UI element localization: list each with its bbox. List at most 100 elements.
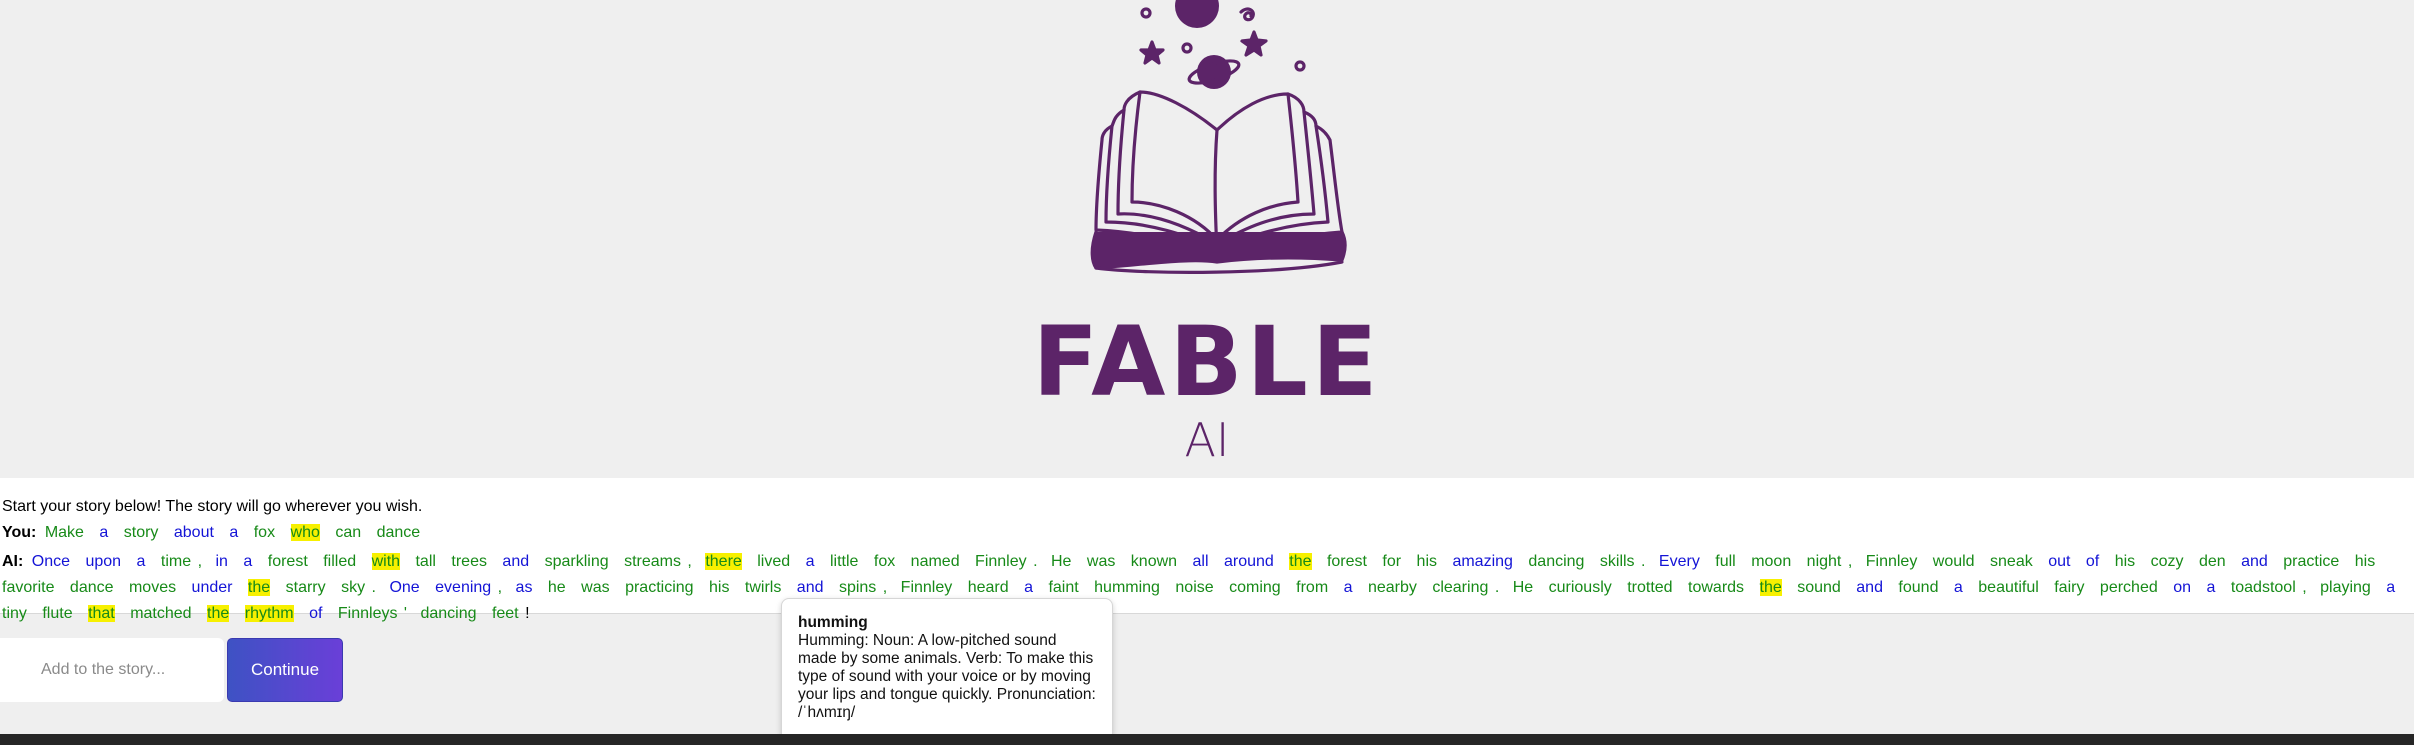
story-word[interactable]: for: [1382, 553, 1401, 570]
story-word[interactable]: fox: [874, 553, 895, 570]
story-word[interactable]: Finnley: [1866, 553, 1918, 570]
story-word[interactable]: coming: [1229, 579, 1281, 596]
story-word[interactable]: feet: [492, 605, 519, 622]
story-word[interactable]: dance: [377, 524, 421, 541]
story-word[interactable]: story: [124, 524, 159, 541]
story-word[interactable]: about: [174, 524, 214, 541]
story-word[interactable]: Finnleys: [338, 605, 398, 622]
story-word[interactable]: the: [1289, 553, 1312, 570]
story-word[interactable]: little: [830, 553, 858, 570]
story-word[interactable]: flute: [42, 605, 72, 622]
story-word[interactable]: with: [371, 553, 401, 570]
story-word[interactable]: a: [99, 524, 108, 541]
story-word[interactable]: was: [1087, 553, 1115, 570]
story-word[interactable]: perched: [2100, 579, 2158, 596]
story-word[interactable]: a: [229, 524, 238, 541]
story-word[interactable]: a: [1344, 579, 1353, 596]
story-word[interactable]: beautiful: [1978, 579, 2039, 596]
story-word[interactable]: practice: [2283, 553, 2339, 570]
story-word[interactable]: amazing: [1452, 553, 1512, 570]
story-word[interactable]: his: [709, 579, 729, 596]
story-word[interactable]: his: [2115, 553, 2135, 570]
story-word[interactable]: found: [1898, 579, 1938, 596]
story-word[interactable]: Make: [45, 524, 84, 541]
story-word[interactable]: streams: [624, 553, 681, 570]
story-word[interactable]: Every: [1659, 553, 1700, 570]
story-word[interactable]: dancing: [1528, 553, 1584, 570]
story-word[interactable]: his: [2355, 553, 2375, 570]
story-word[interactable]: skills: [1600, 553, 1635, 570]
story-word[interactable]: would: [1933, 553, 1975, 570]
story-word[interactable]: fox: [254, 524, 275, 541]
story-word[interactable]: of: [2086, 553, 2099, 570]
story-word[interactable]: clearing: [1432, 579, 1488, 596]
story-word[interactable]: Finnley: [975, 553, 1027, 570]
continue-button[interactable]: Continue: [227, 638, 343, 702]
story-word[interactable]: toadstool: [2231, 579, 2296, 596]
story-word[interactable]: He: [1513, 579, 1533, 596]
story-word[interactable]: practicing: [625, 579, 693, 596]
add-to-story-input[interactable]: [0, 638, 224, 702]
story-word[interactable]: a: [2386, 579, 2395, 596]
story-word[interactable]: filled: [323, 553, 356, 570]
story-word[interactable]: out: [2048, 553, 2070, 570]
story-word[interactable]: under: [192, 579, 233, 596]
story-word[interactable]: full: [1715, 553, 1735, 570]
story-word[interactable]: a: [243, 553, 252, 570]
story-word[interactable]: dancing: [420, 605, 476, 622]
story-word[interactable]: faint: [1048, 579, 1078, 596]
story-word[interactable]: towards: [1688, 579, 1744, 596]
story-word[interactable]: tiny: [2, 605, 27, 622]
story-word[interactable]: tall: [415, 553, 435, 570]
story-word[interactable]: and: [1856, 579, 1883, 596]
story-word[interactable]: in: [215, 553, 227, 570]
story-word[interactable]: humming: [1094, 579, 1160, 596]
story-word[interactable]: curiously: [1549, 579, 1612, 596]
story-word[interactable]: upon: [85, 553, 121, 570]
story-word[interactable]: time: [161, 553, 191, 570]
story-word[interactable]: forest: [1327, 553, 1367, 570]
story-word[interactable]: trees: [451, 553, 487, 570]
story-word[interactable]: around: [1224, 553, 1274, 570]
story-word[interactable]: trotted: [1627, 579, 1672, 596]
story-word[interactable]: moon: [1751, 553, 1791, 570]
story-word[interactable]: noise: [1175, 579, 1213, 596]
story-word[interactable]: all: [1193, 553, 1209, 570]
story-word[interactable]: nearby: [1368, 579, 1417, 596]
story-word[interactable]: evening: [435, 579, 491, 596]
story-word[interactable]: sparkling: [545, 553, 609, 570]
story-word[interactable]: sound: [1797, 579, 1841, 596]
story-word[interactable]: and: [2241, 553, 2268, 570]
story-word[interactable]: forest: [268, 553, 308, 570]
story-word[interactable]: as: [516, 579, 533, 596]
story-word[interactable]: One: [389, 579, 419, 596]
story-word[interactable]: sky: [341, 579, 365, 596]
story-word[interactable]: from: [1296, 579, 1328, 596]
story-word[interactable]: a: [1024, 579, 1033, 596]
story-word[interactable]: spins: [839, 579, 876, 596]
story-word[interactable]: and: [797, 579, 824, 596]
story-word[interactable]: a: [1954, 579, 1963, 596]
story-word[interactable]: the: [1759, 579, 1782, 596]
story-word[interactable]: dance: [70, 579, 114, 596]
story-word[interactable]: that: [88, 605, 115, 622]
story-word[interactable]: of: [309, 605, 322, 622]
story-word[interactable]: was: [581, 579, 609, 596]
story-word[interactable]: playing: [2320, 579, 2371, 596]
story-word[interactable]: twirls: [745, 579, 781, 596]
story-word[interactable]: his: [1417, 553, 1437, 570]
story-word[interactable]: rhythm: [244, 605, 294, 622]
story-word[interactable]: can: [335, 524, 361, 541]
story-word[interactable]: night: [1807, 553, 1842, 570]
story-word[interactable]: he: [548, 579, 566, 596]
story-word[interactable]: the: [207, 605, 230, 622]
story-word[interactable]: known: [1131, 553, 1177, 570]
story-word[interactable]: fairy: [2054, 579, 2084, 596]
story-word[interactable]: matched: [130, 605, 191, 622]
story-word[interactable]: named: [911, 553, 960, 570]
story-word[interactable]: lived: [757, 553, 790, 570]
story-word[interactable]: the: [247, 579, 271, 596]
story-word[interactable]: heard: [968, 579, 1009, 596]
story-word[interactable]: cozy: [2151, 553, 2184, 570]
story-word[interactable]: Once: [32, 553, 70, 570]
